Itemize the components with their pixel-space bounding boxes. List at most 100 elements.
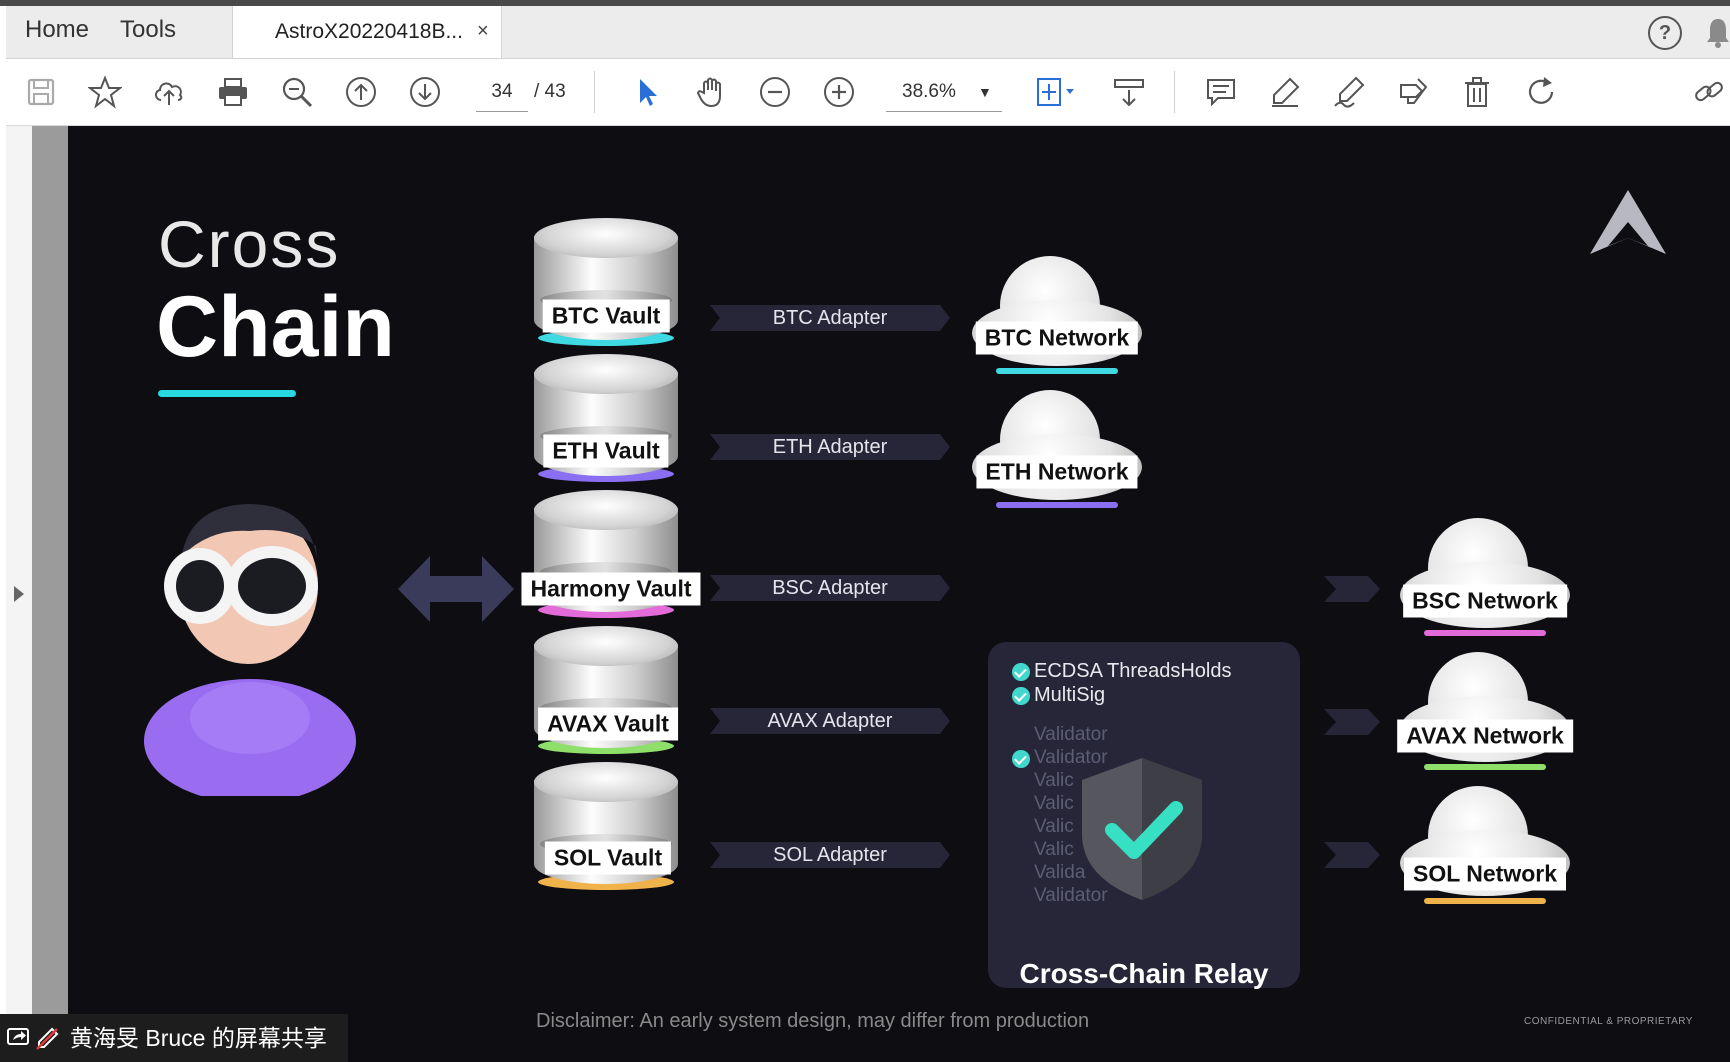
scroll-mode-button[interactable] xyxy=(1110,73,1148,111)
network-cloud-btc xyxy=(972,256,1142,374)
link-button[interactable] xyxy=(1690,73,1728,111)
vault-label-sol: SOL Vault xyxy=(544,841,672,875)
vault-top xyxy=(534,626,678,666)
tab-document[interactable]: AstroX20220418B... × xyxy=(232,6,502,58)
hand-icon xyxy=(696,77,721,108)
confidential-note: CONFIDENTIAL & PROPRIETARY xyxy=(1524,1016,1693,1027)
save-icon xyxy=(27,78,55,106)
adapter-label: SOL Adapter xyxy=(773,844,887,866)
chevron-right-icon xyxy=(1324,842,1380,868)
relay-feature: MultiSig xyxy=(1034,684,1106,706)
link-icon xyxy=(1695,81,1723,102)
network-label-avax: AVAX Network xyxy=(1397,719,1573,753)
adapter-label: AVAX Adapter xyxy=(767,710,893,732)
network-cloud-bsc xyxy=(1400,518,1570,636)
slide-title-line2: Chain xyxy=(156,279,395,375)
previous-page-button[interactable] xyxy=(342,73,380,111)
printer-icon xyxy=(219,78,247,106)
arrow-down-circle-icon xyxy=(410,77,440,107)
screen-share-label: 黄海旻 Bruce 的屏幕共享 xyxy=(70,1025,327,1051)
adapter-label: BTC Adapter xyxy=(772,307,888,329)
tab-bar: Home Tools AstroX20220418B... × ? xyxy=(6,6,1730,59)
upload-button[interactable] xyxy=(150,73,188,111)
highlight-button[interactable] xyxy=(1266,73,1304,111)
vault-top xyxy=(534,490,678,530)
adapter-avax: AVAX Adapter xyxy=(710,708,950,734)
sign-button[interactable] xyxy=(1330,73,1368,111)
validator-item: Validator xyxy=(1034,724,1108,745)
comment-icon xyxy=(1207,79,1235,107)
double-arrow-icon xyxy=(398,556,514,622)
screen-share-banner[interactable]: 黄海旻 Bruce 的屏幕共享 xyxy=(0,1014,348,1062)
network-cloud-eth xyxy=(972,390,1142,508)
adapter-label: ETH Adapter xyxy=(772,436,888,458)
validator-item: Valic xyxy=(1034,839,1074,860)
validator-item: Valic xyxy=(1034,770,1074,791)
zoom-in-button[interactable] xyxy=(820,73,858,111)
network-label-eth: ETH Network xyxy=(976,455,1138,489)
avatar-illustration xyxy=(144,504,356,796)
page-number-input[interactable]: 34 xyxy=(476,73,528,112)
network-label-btc: BTC Network xyxy=(975,321,1139,355)
zoom-out-button[interactable] xyxy=(756,73,794,111)
pen-off-icon xyxy=(36,1027,59,1050)
plus-circle-icon xyxy=(824,77,854,107)
arrow-up-circle-icon xyxy=(346,77,376,107)
next-page-button[interactable] xyxy=(406,73,444,111)
bell-icon[interactable] xyxy=(1706,16,1730,48)
select-tool-button[interactable] xyxy=(628,73,666,111)
screen-share-icon xyxy=(7,1028,29,1045)
title-underline xyxy=(158,390,296,397)
vault-top xyxy=(534,218,678,258)
vault-top xyxy=(534,354,678,394)
minus-circle-icon xyxy=(760,77,790,107)
network-bar xyxy=(996,502,1118,508)
zoom-search-button[interactable] xyxy=(278,73,316,111)
cursor-arrow-icon xyxy=(640,79,657,106)
astrox-logo xyxy=(1590,190,1666,254)
rotate-icon xyxy=(1528,77,1554,104)
page-total: / 43 xyxy=(534,81,566,102)
scroll-mode-icon xyxy=(1114,79,1144,107)
check-circle-icon xyxy=(1012,663,1030,681)
relay-title: Cross-Chain Relay xyxy=(1019,958,1269,989)
network-bar xyxy=(1424,764,1546,770)
toolbar-divider xyxy=(1174,71,1175,113)
delete-button[interactable] xyxy=(1458,73,1496,111)
print-button[interactable] xyxy=(214,73,252,111)
help-button[interactable]: ? xyxy=(1648,16,1682,50)
validator-item: Valic xyxy=(1034,793,1074,814)
magnifier-minus-icon xyxy=(282,77,313,108)
comment-button[interactable] xyxy=(1202,73,1240,111)
edit-button[interactable] xyxy=(1394,73,1432,111)
rotate-button[interactable] xyxy=(1522,73,1560,111)
page-gutter xyxy=(32,126,68,1062)
fit-page-button[interactable] xyxy=(1030,73,1082,111)
check-circle-icon xyxy=(1012,750,1030,768)
chevron-down-icon: ▼ xyxy=(978,84,992,100)
bookmark-button[interactable] xyxy=(86,73,124,111)
zoom-level-select[interactable]: 38.6% ▼ xyxy=(886,73,1002,112)
chevron-right-icon xyxy=(1324,576,1380,602)
chevron-right-icon xyxy=(1324,709,1380,735)
validator-item: Valic xyxy=(1034,816,1074,837)
network-label-bsc: BSC Network xyxy=(1403,584,1567,618)
disclaimer-text: Disclaimer: An early system design, may … xyxy=(536,1010,1090,1032)
save-button[interactable] xyxy=(22,73,60,111)
fit-page-icon xyxy=(1037,78,1074,106)
trash-icon xyxy=(1465,77,1489,107)
vault-label-harmony: Harmony Vault xyxy=(521,572,701,606)
relay-feature: ECDSA ThreadsHolds xyxy=(1034,660,1232,682)
cross-chain-relay-box: ECDSA ThreadsHolds MultiSig Validator Va… xyxy=(988,642,1300,989)
network-bar xyxy=(996,368,1118,374)
hand-tool-button[interactable] xyxy=(692,73,730,111)
tab-home[interactable]: Home xyxy=(25,16,89,44)
network-bar xyxy=(1424,898,1546,904)
side-panel-toggle[interactable] xyxy=(6,126,32,1062)
tab-tools[interactable]: Tools xyxy=(120,16,176,44)
close-tab-button[interactable]: × xyxy=(477,20,489,43)
check-circle-icon xyxy=(1012,687,1030,705)
highlighter-icon xyxy=(1272,77,1300,107)
vault-label-btc: BTC Vault xyxy=(542,299,670,333)
adapter-sol: SOL Adapter xyxy=(710,842,950,868)
